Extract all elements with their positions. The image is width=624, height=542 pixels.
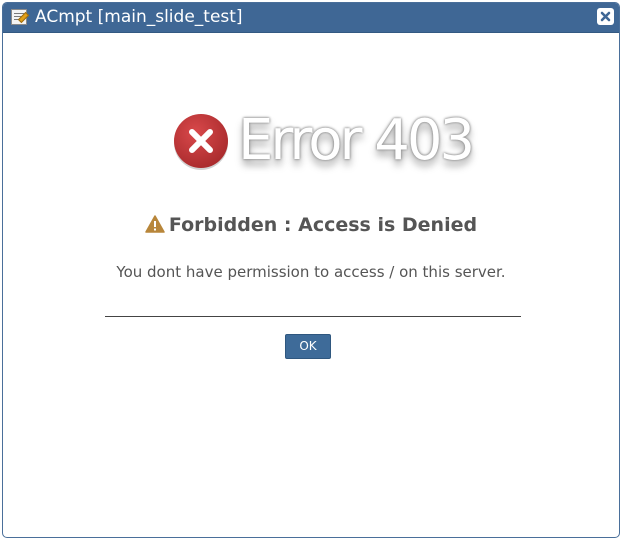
heading-text: Forbidden : Access is Denied bbox=[168, 214, 478, 236]
error-heading: Forbidden : Access is Denied bbox=[3, 214, 619, 236]
ok-button[interactable]: OK bbox=[285, 334, 331, 359]
notepad-icon bbox=[11, 9, 30, 25]
error-x-circle-icon bbox=[174, 114, 228, 170]
window-title: ACmpt [main_slide_test] bbox=[35, 7, 243, 27]
close-icon bbox=[600, 11, 611, 22]
close-button[interactable] bbox=[597, 8, 614, 25]
divider bbox=[105, 316, 521, 317]
title-bar[interactable]: ACmpt [main_slide_test] bbox=[3, 3, 619, 33]
error-code-text: Error 403 bbox=[238, 108, 475, 173]
dialog-window: ACmpt [main_slide_test] Error 403 Forbid… bbox=[2, 2, 620, 538]
error-message: You dont have permission to access / on … bbox=[116, 263, 506, 281]
error-banner: Error 403 bbox=[168, 108, 475, 178]
dialog-content: Error 403 Forbidden : Access is Denied Y… bbox=[3, 32, 619, 537]
warning-triangle-icon bbox=[145, 215, 165, 233]
